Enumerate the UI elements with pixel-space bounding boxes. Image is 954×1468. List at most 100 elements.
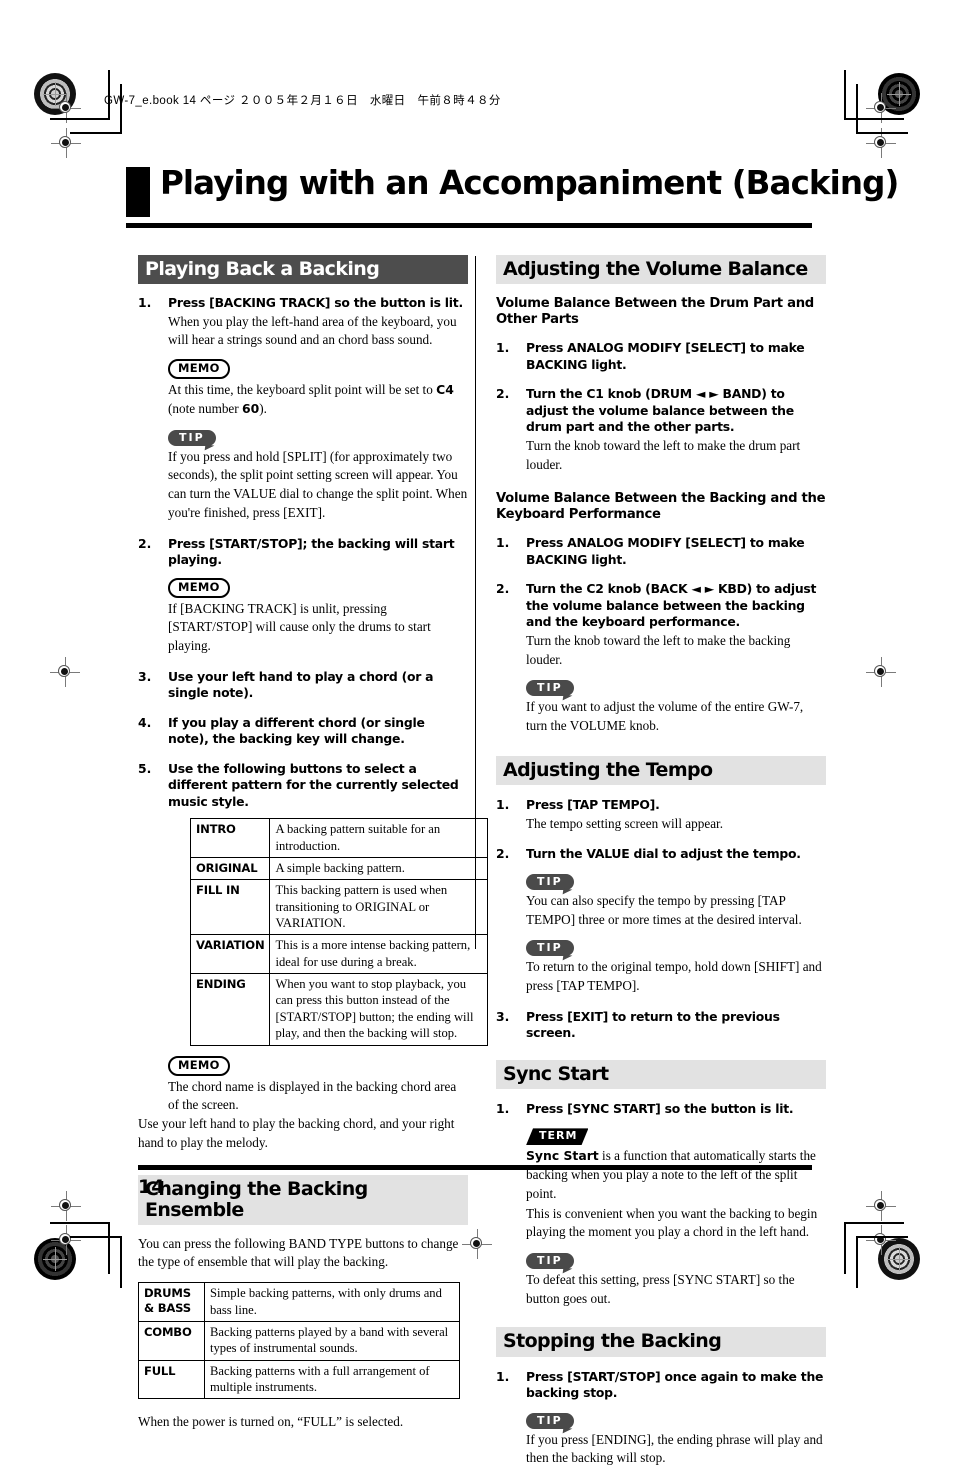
band-type-desc: Simple backing patterns, with only drums…: [204, 1282, 460, 1322]
tip-badge-row: TIP: [526, 872, 826, 890]
pattern-desc: A simple backing pattern.: [269, 856, 488, 881]
step-item-1: 1. Press [BACKING TRACK] so the button i…: [138, 295, 468, 522]
pattern-buttons-table: INTRO A backing pattern suitable for an …: [189, 818, 488, 1046]
section-playing-back-a-backing: Playing Back a Backing: [138, 255, 468, 285]
page-number: 14: [138, 1176, 165, 1198]
subsection-backing-vs-keyboard: Volume Balance Between the Backing and t…: [496, 491, 826, 523]
step-heading: Press ANALOG MODIFY [SELECT] to make BAC…: [526, 535, 805, 567]
volume-backing-steps-list: 1. Press ANALOG MODIFY [SELECT] to make …: [496, 535, 826, 735]
step-heading: Turn the C2 knob (BACK ◄ ► KBD) to adjus…: [526, 581, 817, 630]
band-type-key: FULL: [138, 1359, 205, 1400]
tip-badge-row: TIP: [526, 1251, 826, 1269]
reg-crosshair-bottom-left-lower: [51, 1225, 81, 1255]
pattern-desc: This is a more intense backing pattern, …: [269, 934, 488, 975]
term-badge: TERM: [526, 1128, 588, 1145]
step-heading: Use the following buttons to select a di…: [168, 760, 459, 809]
left-column: Playing Back a Backing 1. Press [BACKING…: [138, 255, 488, 1432]
step-body: The tempo setting screen will appear.: [526, 815, 724, 831]
memo-badge-row: MEMO: [168, 359, 468, 380]
step-number: 3.: [496, 1008, 510, 1024]
tip-text: To defeat this setting, press [SYNC STAR…: [526, 1272, 795, 1306]
step-number: 2.: [496, 386, 510, 402]
reg-crosshair-bottom-left: [51, 1191, 81, 1221]
step-heading: Press ANALOG MODIFY [SELECT] to make BAC…: [526, 340, 805, 372]
reg-crosshair-left-middle: [50, 657, 80, 687]
step-heading: Turn the C1 knob (DRUM ◄ ► BAND) to adju…: [526, 386, 794, 435]
pattern-key: ORIGINAL: [189, 856, 271, 881]
stopping-steps-list: 1. Press [START/STOP] once again to make…: [496, 1369, 826, 1468]
section-sync-start: Sync Start: [496, 1059, 826, 1089]
step-item-1: 1. Press ANALOG MODIFY [SELECT] to make …: [496, 340, 826, 373]
tip-badge: TIP: [526, 1412, 574, 1429]
step-body: When you play the left-hand area of the …: [168, 313, 457, 348]
tip-badge-row: TIP: [526, 938, 826, 957]
tempo-steps-list: 1. Press [TAP TEMPO]. The tempo setting …: [496, 797, 826, 1042]
section-stopping-the-backing: Stopping the Backing: [496, 1327, 826, 1357]
table-row: COMBO Backing patterns played by a band …: [138, 1320, 460, 1361]
memo-text: If [BACKING TRACK] is unlit, pressing [S…: [168, 600, 431, 653]
tip-text: You can also specify the tempo by pressi…: [526, 892, 802, 927]
tip-badge: TIP: [526, 873, 574, 890]
step-item-2: 2. Turn the C2 knob (BACK ◄ ► KBD) to ad…: [496, 581, 826, 735]
band-type-key: COMBO: [138, 1320, 205, 1361]
table-row: FULL Backing patterns with a full arrang…: [138, 1359, 460, 1400]
step-number: 1.: [496, 1368, 510, 1384]
section-adjusting-the-tempo: Adjusting the Tempo: [496, 755, 826, 786]
tip-text: If you press and hold [SPLIT] (for appro…: [168, 448, 468, 520]
step-number: 2.: [138, 535, 152, 551]
section-changing-the-backing-ensemble: Changing the Backing Ensemble: [138, 1175, 468, 1225]
after-table-note: Use your left hand to play the backing c…: [138, 1115, 455, 1150]
step-item-2: 2. Turn the C1 knob (DRUM ◄ ► BAND) to a…: [496, 386, 826, 474]
band-type-desc: Backing patterns played by a band with s…: [204, 1320, 460, 1361]
step-number: 1.: [496, 535, 510, 551]
memo-text: The chord name is displayed in the backi…: [168, 1078, 457, 1113]
chapter-title-area: Playing with an Accompaniment (Backing): [126, 164, 899, 229]
band-type-key: DRUMS & BASS: [138, 1282, 205, 1322]
step-heading: Press [START/STOP] once again to make th…: [526, 1368, 824, 1401]
tip-badge: TIP: [526, 680, 574, 697]
step-number: 1.: [496, 340, 510, 356]
pattern-desc: This backing pattern is used when transi…: [269, 879, 488, 936]
book-header-line: GW-7_e.book 14 ページ ２００５年２月１６日 水曜日 午前８時４８…: [104, 95, 501, 107]
memo-badge-row: MEMO: [168, 1055, 468, 1076]
table-row: DRUMS & BASS Simple backing patterns, wit…: [138, 1282, 460, 1322]
reg-crosshair-right-middle: [866, 657, 896, 687]
tip-text: To return to the original tempo, hold do…: [526, 959, 822, 993]
step-body: Turn the knob toward the left to make th…: [526, 437, 801, 472]
tip-badge-row: TIP: [526, 1411, 826, 1429]
footer-rule: [138, 1165, 812, 1170]
tip-badge: TIP: [168, 429, 216, 446]
pattern-key: FILL IN: [189, 879, 271, 936]
memo-badge: MEMO: [168, 1055, 230, 1076]
right-column: Adjusting the Volume Balance Volume Bala…: [496, 255, 826, 1468]
ensemble-power-on-note: When the power is turned on, “FULL” is s…: [138, 1414, 404, 1430]
tip-badge-row: TIP: [526, 678, 826, 697]
band-type-desc: Backing patterns with a full arrangement…: [204, 1359, 460, 1400]
step-item-1: 1. Press [SYNC START] so the button is l…: [496, 1101, 826, 1309]
pattern-key: ENDING: [189, 973, 271, 1046]
playback-steps-list: 1. Press [BACKING TRACK] so the button i…: [138, 295, 488, 1115]
step-number: 5.: [138, 760, 152, 776]
band-type-table: DRUMS & BASS Simple backing patterns, wit…: [138, 1282, 460, 1400]
tip-badge: TIP: [526, 1253, 574, 1269]
tip-badge: TIP: [526, 940, 574, 957]
title-underline-rule: [126, 223, 812, 228]
term-text: Sync Start is a function that automatica…: [526, 1147, 826, 1203]
pattern-key: VARIATION: [189, 934, 271, 975]
step-number: 2.: [496, 581, 510, 597]
table-row: VARIATION This is a more intense backing…: [189, 934, 488, 975]
step-item-1: 1. Press ANALOG MODIFY [SELECT] to make …: [496, 535, 826, 568]
step-item-1: 1. Press [TAP TEMPO]. The tempo setting …: [496, 797, 826, 833]
step-heading: If you play a different chord (or single…: [168, 714, 425, 747]
tip-badge-row: TIP: [168, 428, 468, 446]
step-item-3: 3. Use your left hand to play a chord (o…: [138, 669, 468, 702]
step-item-5: 5. Use the following buttons to select a…: [138, 760, 488, 1115]
step-item-2: 2. Turn the VALUE dial to adjust the tem…: [496, 846, 826, 995]
step-number: 2.: [496, 846, 510, 862]
subsection-drum-vs-other-parts: Volume Balance Between the Drum Part and…: [496, 296, 814, 328]
memo-text: At this time, the keyboard split point w…: [168, 382, 454, 416]
page-title: Playing with an Accompaniment (Backing): [160, 164, 899, 202]
tip-text: If you want to adjust the volume of the …: [526, 699, 804, 734]
reg-crosshair-bottom-right: [866, 1191, 896, 1221]
term-text-2: This is convenient when you want the bac…: [526, 1205, 818, 1240]
